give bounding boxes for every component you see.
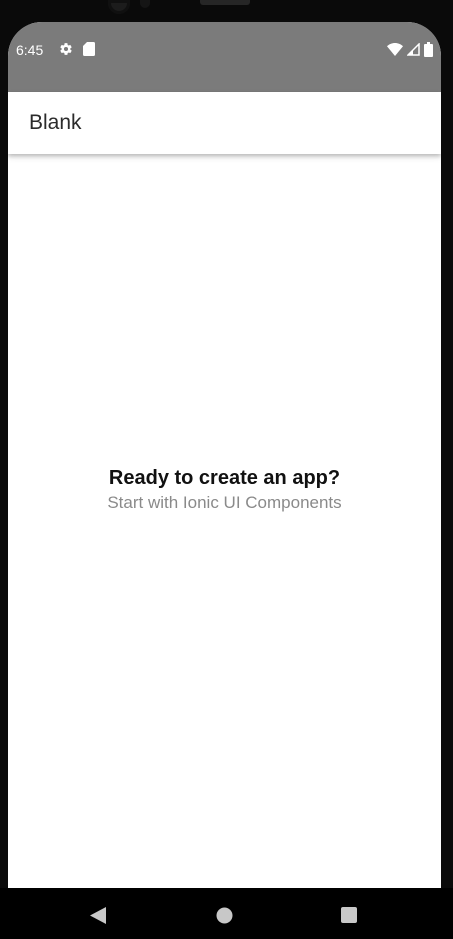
status-bar: 6:45 bbox=[8, 22, 441, 92]
screen: 6:45 Blank Ready to create an app? Start… bbox=[8, 22, 441, 888]
home-icon[interactable] bbox=[215, 906, 233, 924]
wifi-icon bbox=[387, 43, 403, 56]
status-right-icons bbox=[387, 42, 433, 57]
page-title: Blank bbox=[29, 111, 82, 134]
system-navigation-bar bbox=[0, 888, 453, 939]
earpiece-speaker bbox=[200, 0, 250, 5]
device-frame: 6:45 Blank Ready to create an app? Start… bbox=[0, 0, 453, 939]
main-content[interactable]: Ready to create an app? Start with Ionic… bbox=[8, 154, 441, 888]
cell-signal-icon bbox=[407, 43, 420, 56]
gear-icon bbox=[59, 42, 73, 56]
recents-icon[interactable] bbox=[340, 906, 358, 924]
back-icon[interactable] bbox=[89, 906, 107, 924]
app-toolbar: Blank bbox=[8, 92, 441, 154]
empty-state-title: Ready to create an app? bbox=[108, 467, 341, 489]
battery-icon bbox=[424, 42, 433, 57]
sd-card-icon bbox=[83, 42, 95, 56]
empty-state-subtitle: Start with Ionic UI Components bbox=[107, 493, 342, 512]
status-left-icons bbox=[59, 42, 95, 56]
empty-state: Ready to create an app? Start with Ionic… bbox=[8, 465, 441, 514]
status-time: 6:45 bbox=[16, 42, 44, 58]
